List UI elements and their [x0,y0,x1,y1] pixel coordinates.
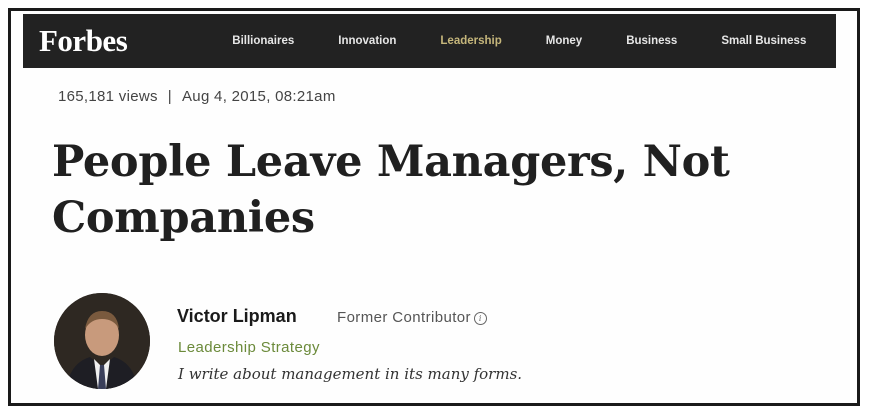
article-meta: 165,181 views | Aug 4, 2015, 08:21am [58,88,336,105]
nav-item-small-business[interactable]: Small Business [721,35,806,47]
nav-item-business[interactable]: Business [626,35,677,47]
author-portrait-image [54,293,150,389]
top-navbar: Forbes Billionaires Innovation Leadershi… [23,14,836,68]
author-role-label: Former Contributor [337,309,471,326]
nav-item-leadership[interactable]: Leadership [440,35,501,47]
author-name-link[interactable]: Victor Lipman [177,306,297,327]
forbes-logo[interactable]: Forbes [39,23,128,59]
article-title: People Leave Managers, Not Companies [52,137,730,243]
author-bio: I write about management in its many for… [178,365,523,383]
nav-item-innovation[interactable]: Innovation [338,35,396,47]
author-topic-link[interactable]: Leadership Strategy [178,339,320,356]
publish-date: Aug 4, 2015, 08:21am [182,88,336,105]
author-role: Former Contributor i [337,309,487,326]
nav-links: Billionaires Innovation Leadership Money… [232,35,806,47]
nav-item-billionaires[interactable]: Billionaires [232,35,294,47]
nav-item-money[interactable]: Money [546,35,582,47]
view-count: 165,181 views [58,88,158,105]
meta-separator: | [167,88,172,105]
info-icon[interactable]: i [473,312,487,325]
author-avatar[interactable] [54,293,150,389]
